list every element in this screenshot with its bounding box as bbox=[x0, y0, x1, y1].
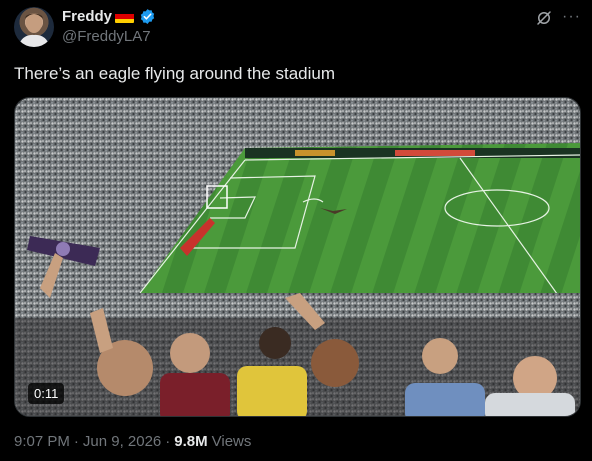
germany-flag-icon bbox=[115, 10, 135, 23]
views-label: Views bbox=[211, 433, 252, 450]
grok-icon[interactable] bbox=[535, 9, 553, 27]
video-duration-badge: 0:11 bbox=[28, 383, 65, 404]
avatar[interactable] bbox=[14, 7, 54, 47]
author-handle[interactable]: @FreddyLA7 bbox=[62, 28, 151, 45]
meta-separator: · bbox=[73, 433, 79, 450]
author-display-name[interactable]: Freddy bbox=[62, 8, 112, 25]
video-player[interactable]: 0:11 bbox=[14, 97, 581, 417]
stadium-video-frame bbox=[15, 98, 580, 416]
avatar-image bbox=[18, 13, 50, 47]
more-options-icon[interactable]: ··· bbox=[562, 9, 581, 25]
post-time[interactable]: 9:07 PM bbox=[14, 433, 70, 450]
verified-badge-icon bbox=[140, 9, 155, 24]
author-name-row[interactable]: Freddy bbox=[62, 8, 156, 25]
tweet-text: There’s an eagle flying around the stadi… bbox=[14, 64, 335, 83]
views-count: 9.8M bbox=[174, 433, 208, 450]
post-date[interactable]: Jun 9, 2026 bbox=[83, 433, 161, 450]
tweet-meta: 9:07 PM · Jun 9, 2026 · 9.8M Views bbox=[14, 433, 251, 450]
meta-separator: · bbox=[165, 433, 171, 450]
